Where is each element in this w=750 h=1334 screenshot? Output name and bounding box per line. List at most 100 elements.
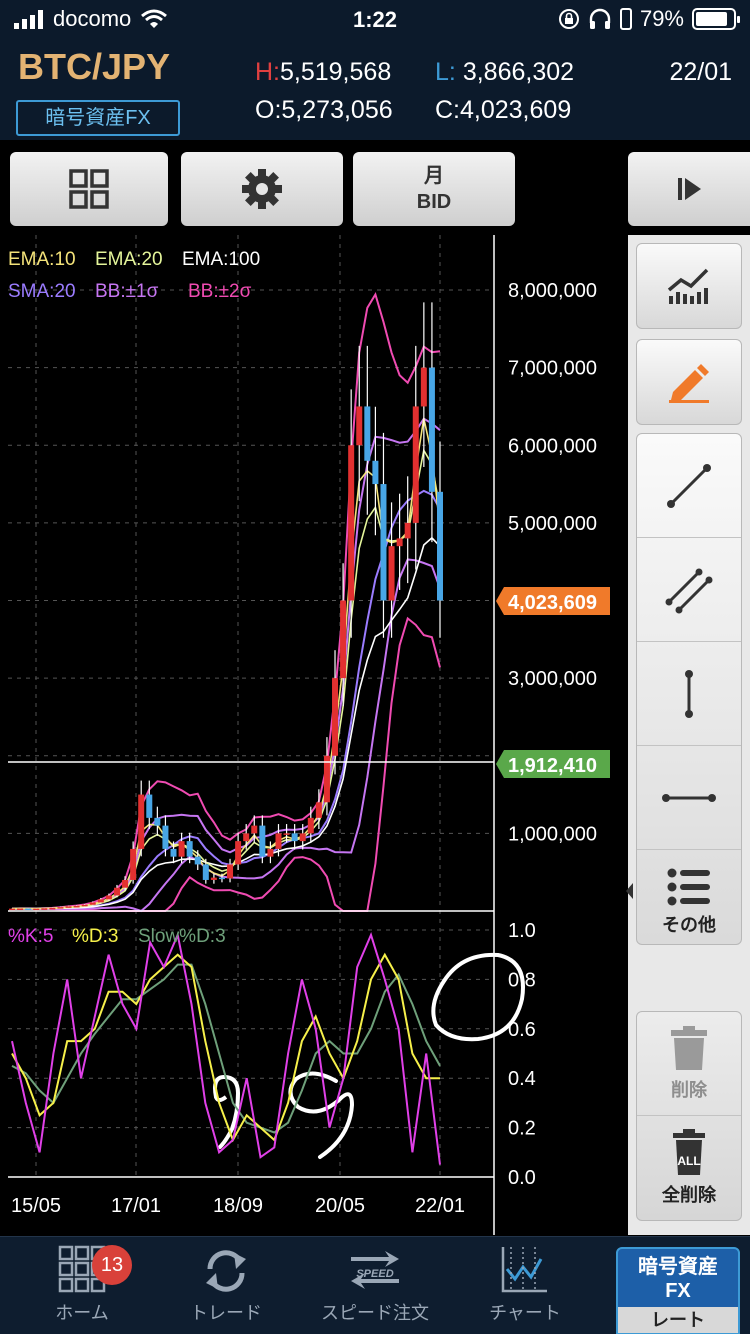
nav-chart-label: チャート — [489, 1303, 561, 1323]
candle-body — [299, 833, 306, 842]
headphones-icon — [589, 8, 611, 29]
time-tick-label: 15/05 — [11, 1195, 61, 1217]
currency-pair-title[interactable]: BTC/JPY — [18, 46, 170, 88]
draw-button[interactable] — [636, 339, 742, 425]
channel-tool[interactable] — [637, 538, 741, 642]
trendline-tool[interactable] — [637, 434, 741, 538]
stoch-tick-label: 1.0 — [508, 920, 536, 942]
svg-text:EMA:20: EMA:20 — [95, 249, 163, 270]
legend-bb1: BB:±1σ — [95, 281, 159, 302]
battery-icon — [692, 8, 740, 30]
layout-button[interactable] — [10, 152, 168, 226]
nav-chart[interactable]: チャート — [455, 1237, 595, 1334]
candle-body — [227, 864, 234, 879]
price-tick-label: 7,000,000 — [508, 358, 597, 380]
candle-body — [259, 825, 266, 857]
candle-body — [210, 877, 217, 880]
price-type-label: BID — [416, 191, 452, 213]
bottom-navigation: ホーム 13 トレード SPEED スピード注文 チャート 暗号資産 FX レー… — [0, 1236, 750, 1334]
time-tick-label: 22/01 — [415, 1195, 465, 1217]
candle-body — [420, 367, 427, 407]
current-price-label: 4,023,609 — [508, 592, 597, 614]
price-tick-label: 1,000,000 — [508, 823, 597, 845]
candle-body — [146, 794, 153, 818]
play-button[interactable] — [628, 152, 750, 226]
delete-button[interactable]: 削除 — [637, 1012, 741, 1116]
high-label: H: — [255, 58, 280, 86]
svg-text:SMA:20: SMA:20 — [8, 281, 76, 302]
nav-fx-rate[interactable]: 暗号資産 FX レート — [616, 1247, 740, 1334]
legend-sma20: SMA:20 — [8, 281, 76, 302]
play-skip-icon — [678, 178, 701, 200]
legend-k: %K:5 — [8, 926, 53, 947]
line-tools-group: その他 — [636, 433, 742, 945]
close-label: C: — [435, 96, 460, 124]
candle-body — [307, 817, 314, 834]
price-tick-label: 8,000,000 — [508, 280, 597, 302]
crosshair-price-label: 1,912,410 — [508, 755, 597, 777]
more-tools-button[interactable]: その他 — [637, 850, 741, 954]
delete-all-label: 全削除 — [662, 1185, 716, 1205]
sma20-line — [11, 489, 441, 910]
stoch-tick-label: 0.6 — [508, 1019, 536, 1041]
candle-body — [340, 600, 347, 679]
trendline-icon — [667, 463, 711, 508]
drawing-tools-panel: その他 削除 ALL 全削除 — [626, 235, 750, 1235]
vertical-line-tool[interactable] — [637, 642, 741, 746]
nav-speed-order[interactable]: SPEED スピード注文 — [305, 1237, 445, 1334]
speed-arrows-icon: SPEED — [351, 1251, 399, 1289]
settings-button[interactable] — [181, 152, 343, 226]
horizontal-line-tool[interactable] — [637, 746, 741, 850]
nav-speed-label: スピード注文 — [321, 1303, 429, 1323]
candle-body — [25, 908, 32, 911]
nav-home-label: ホーム — [55, 1303, 109, 1323]
svg-text:Slow%D:3: Slow%D:3 — [138, 926, 226, 947]
price-tick-label: 5,000,000 — [508, 513, 597, 535]
phone-icon — [619, 8, 632, 30]
price-tick-label: 6,000,000 — [508, 435, 597, 457]
time-tick-label: 17/01 — [111, 1195, 161, 1217]
legend-ema10: EMA:10 — [8, 249, 76, 270]
low-label: L: — [435, 58, 456, 86]
candle-body — [202, 864, 209, 880]
legend-bb2: BB:±2σ — [188, 281, 252, 302]
candle-body — [178, 841, 185, 857]
open-value: 5,273,056 — [281, 96, 393, 124]
legend-slow-d: Slow%D:3 — [138, 926, 226, 947]
candle-body — [251, 825, 258, 834]
pencil-icon — [669, 364, 709, 403]
candle-body — [348, 445, 355, 601]
delete-label: 削除 — [671, 1079, 707, 1100]
candle-body — [73, 905, 80, 908]
high-value: 5,519,568 — [280, 58, 392, 86]
candle-body — [332, 678, 339, 756]
horizontal-line-icon — [662, 793, 716, 802]
bollinger-2sigma-lines — [11, 292, 441, 912]
candle-body — [275, 833, 282, 849]
delete-all-button[interactable]: ALL 全削除 — [637, 1116, 741, 1220]
indicator-button[interactable] — [636, 243, 742, 329]
collapse-arrow-icon[interactable] — [624, 881, 634, 901]
candle-body — [162, 825, 169, 849]
candle-body — [154, 817, 161, 826]
stochastics-lines — [11, 931, 441, 1165]
rotation-lock-icon — [558, 9, 579, 29]
nav-trade[interactable]: トレード — [156, 1237, 296, 1334]
bb-lower-2sigma — [12, 616, 441, 912]
list-icon — [667, 868, 710, 906]
svg-text:BB:±1σ: BB:±1σ — [95, 281, 159, 302]
candle-body — [267, 848, 274, 857]
time-tick-label: 18/09 — [213, 1195, 263, 1217]
candlesticks — [9, 302, 443, 911]
period-button[interactable]: 月 BID — [353, 152, 515, 226]
candle-body — [186, 841, 193, 857]
period-label: 月 — [423, 165, 444, 187]
stoch-tick-label: 0.8 — [508, 969, 536, 991]
chart-icon — [501, 1247, 547, 1293]
svg-text:%K:5: %K:5 — [8, 926, 53, 947]
close-price: C:4,023,609 — [435, 96, 571, 125]
nav-home[interactable]: ホーム 13 — [12, 1237, 152, 1334]
candle-body — [130, 848, 137, 880]
battery-percent: 79% — [639, 6, 684, 31]
price-chart[interactable]: 8,000,000 7,000,000 6,000,000 5,000,000 3,00… — [0, 235, 628, 1235]
